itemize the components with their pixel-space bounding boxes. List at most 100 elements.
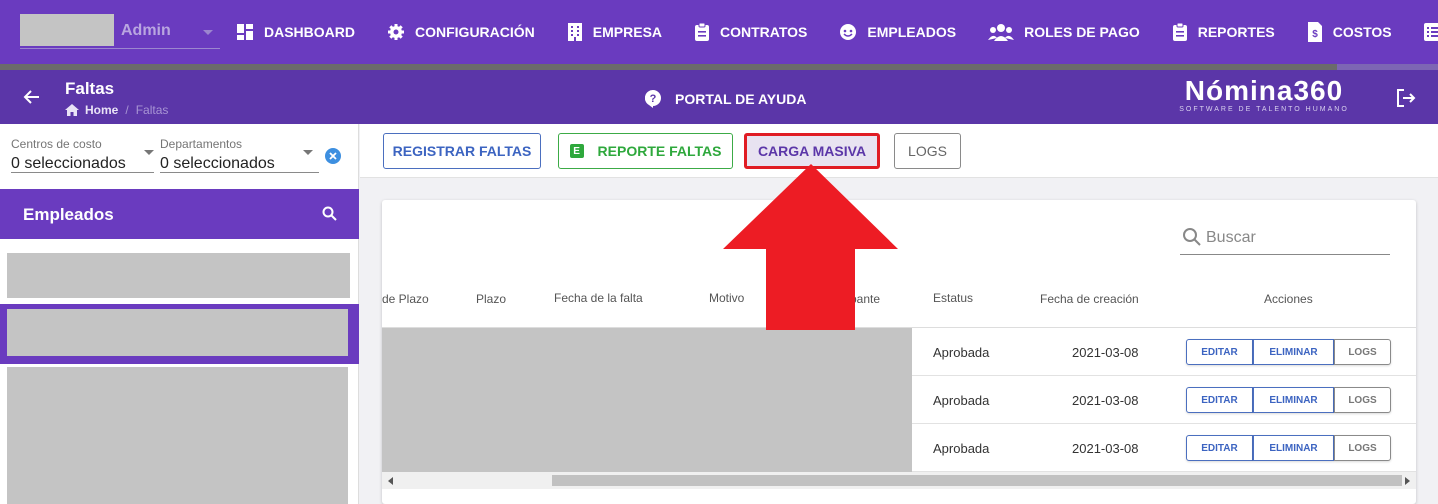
nav-item-costos[interactable]: $ COSTOS xyxy=(1307,22,1392,42)
help-portal-link[interactable]: ? PORTAL DE AYUDA xyxy=(645,90,806,108)
scroll-left-icon[interactable] xyxy=(388,477,393,485)
absences-report-button[interactable]: E REPORTE FALTAS xyxy=(558,133,733,169)
nav-item-reportes[interactable]: REPORTES xyxy=(1172,23,1275,41)
cost-center-underline xyxy=(11,172,154,173)
svg-text:$: $ xyxy=(1312,29,1318,40)
clipboard-icon xyxy=(695,23,710,41)
employees-title: Empleados xyxy=(23,205,114,224)
nav-item-label: COSTOS xyxy=(1332,24,1392,40)
status-cell: Aprobada xyxy=(933,441,990,456)
page-title: Faltas xyxy=(65,79,115,98)
department-underline xyxy=(160,172,319,173)
breadcrumb-home[interactable]: Home xyxy=(85,103,118,117)
nav-item-label: EMPRESA xyxy=(592,24,663,40)
breadcrumb: Home / Faltas xyxy=(65,103,168,117)
dashboard-icon xyxy=(237,24,253,40)
nav-item-li[interactable]: LI xyxy=(1423,23,1438,41)
column-header[interactable]: de Plazo xyxy=(382,292,429,306)
column-header: Acciones xyxy=(1264,292,1313,306)
admin-selector-underline xyxy=(20,48,220,49)
edit-button[interactable]: EDITAR xyxy=(1186,387,1253,413)
employee-item-selected[interactable] xyxy=(0,304,359,364)
created-date-cell: 2021-03-08 xyxy=(1072,393,1139,408)
breadcrumb-current: Faltas xyxy=(135,103,169,117)
search-icon xyxy=(1183,228,1201,246)
search-icon[interactable] xyxy=(322,206,338,222)
register-absences-button[interactable]: REGISTRAR FALTAS xyxy=(383,133,541,169)
status-cell: Aprobada xyxy=(933,393,990,408)
nav-items: DASHBOARD CONFIGURACIÓN EMPRESA CONTRATO… xyxy=(236,0,1438,64)
nav-item-label: REPORTES xyxy=(1197,24,1275,40)
created-date-cell: 2021-03-08 xyxy=(1072,441,1139,456)
column-header[interactable]: Estatus xyxy=(933,291,973,305)
help-portal-label: PORTAL DE AYUDA xyxy=(675,91,807,107)
nav-item-label: DASHBOARD xyxy=(264,24,355,40)
row-logs-button[interactable]: LOGS xyxy=(1334,339,1391,365)
status-cell: Aprobada xyxy=(933,345,990,360)
cost-center-value: 0 seleccionados xyxy=(11,155,126,172)
nav-item-dashboard[interactable]: DASHBOARD xyxy=(236,23,355,41)
user-avatar-redacted xyxy=(20,14,114,46)
table-row[interactable]: Aprobada 2021-03-08 EDITAR ELIMINAR LOGS xyxy=(912,424,1416,472)
employee-item[interactable] xyxy=(7,367,348,504)
breadcrumb-separator: / xyxy=(125,103,129,117)
column-header[interactable]: Fecha de creación xyxy=(1040,292,1139,306)
table-search xyxy=(1180,222,1390,255)
delete-button[interactable]: ELIMINAR xyxy=(1253,435,1334,461)
dollar-file-icon: $ xyxy=(1307,22,1322,42)
brand-logo: Nómina360 SOFTWARE DE TALENTO HUMANO xyxy=(1172,75,1356,114)
redacted-row-data xyxy=(382,328,912,472)
back-arrow-icon[interactable] xyxy=(22,87,42,107)
clear-filters-icon[interactable] xyxy=(324,147,342,165)
nav-item-roles-de-pago[interactable]: ROLES DE PAGO xyxy=(988,23,1140,41)
nav-item-label: CONFIGURACIÓN xyxy=(415,24,535,40)
employees-header: Empleados xyxy=(0,189,359,239)
page-subheader: Faltas Home / Faltas ? PORTAL DE AYUDA N… xyxy=(0,70,1438,124)
admin-dropdown-caret-icon[interactable] xyxy=(203,30,213,35)
cost-center-caret-icon[interactable] xyxy=(144,150,154,155)
employee-item[interactable] xyxy=(7,253,350,298)
row-logs-button[interactable]: LOGS xyxy=(1334,387,1391,413)
department-value: 0 seleccionados xyxy=(160,155,275,172)
column-header[interactable]: Fecha de la falta xyxy=(554,291,643,305)
top-navbar: Admin DASHBOARD CONFIGURACIÓN EMPRESA CO… xyxy=(0,0,1438,64)
building-icon xyxy=(567,23,582,41)
department-caret-icon[interactable] xyxy=(303,150,313,155)
gear-icon xyxy=(388,24,404,40)
cost-center-label: Centros de costo xyxy=(11,137,102,151)
nav-item-empresa[interactable]: EMPRESA xyxy=(567,23,662,41)
search-input[interactable] xyxy=(1206,225,1386,251)
table-row[interactable]: Aprobada 2021-03-08 EDITAR ELIMINAR LOGS xyxy=(912,376,1416,424)
nav-item-label: EMPLEADOS xyxy=(867,24,957,40)
nav-item-contratos[interactable]: CONTRATOS xyxy=(694,23,807,41)
department-label: Departamentos xyxy=(160,137,243,151)
scroll-right-icon[interactable] xyxy=(1405,477,1410,485)
nav-item-label: ROLES DE PAGO xyxy=(1024,24,1140,40)
delete-button[interactable]: ELIMINAR xyxy=(1253,387,1334,413)
list-icon xyxy=(1423,23,1438,41)
created-date-cell: 2021-03-08 xyxy=(1072,345,1139,360)
excel-icon: E xyxy=(569,144,584,158)
brand-name: Nómina360 xyxy=(1184,75,1344,106)
delete-button[interactable]: ELIMINAR xyxy=(1253,339,1334,365)
sidebar: Centros de costo 0 seleccionados Departa… xyxy=(0,124,359,504)
nav-item-configuracion[interactable]: CONFIGURACIÓN xyxy=(387,23,535,41)
scrollbar-thumb[interactable] xyxy=(552,475,1402,486)
home-icon[interactable] xyxy=(65,104,79,116)
brand-tagline: SOFTWARE DE TALENTO HUMANO xyxy=(1179,106,1349,113)
admin-selector[interactable]: Admin xyxy=(121,22,171,40)
employee-item-content xyxy=(7,309,348,356)
row-logs-button[interactable]: LOGS xyxy=(1334,435,1391,461)
face-icon xyxy=(840,24,857,40)
nav-item-empleados[interactable]: EMPLEADOS xyxy=(839,23,956,41)
logout-icon[interactable] xyxy=(1396,88,1416,108)
department-filter[interactable]: Departamentos 0 seleccionados xyxy=(160,137,275,173)
horizontal-scrollbar[interactable] xyxy=(382,472,1416,489)
column-header[interactable]: Plazo xyxy=(476,292,506,306)
edit-button[interactable]: EDITAR xyxy=(1186,339,1253,365)
table-row[interactable]: Aprobada 2021-03-08 EDITAR ELIMINAR LOGS xyxy=(912,328,1416,376)
logs-button[interactable]: LOGS xyxy=(894,133,961,169)
edit-button[interactable]: EDITAR xyxy=(1186,435,1253,461)
help-bubble-icon: ? xyxy=(645,90,661,108)
cost-center-filter[interactable]: Centros de costo 0 seleccionados xyxy=(11,137,126,173)
